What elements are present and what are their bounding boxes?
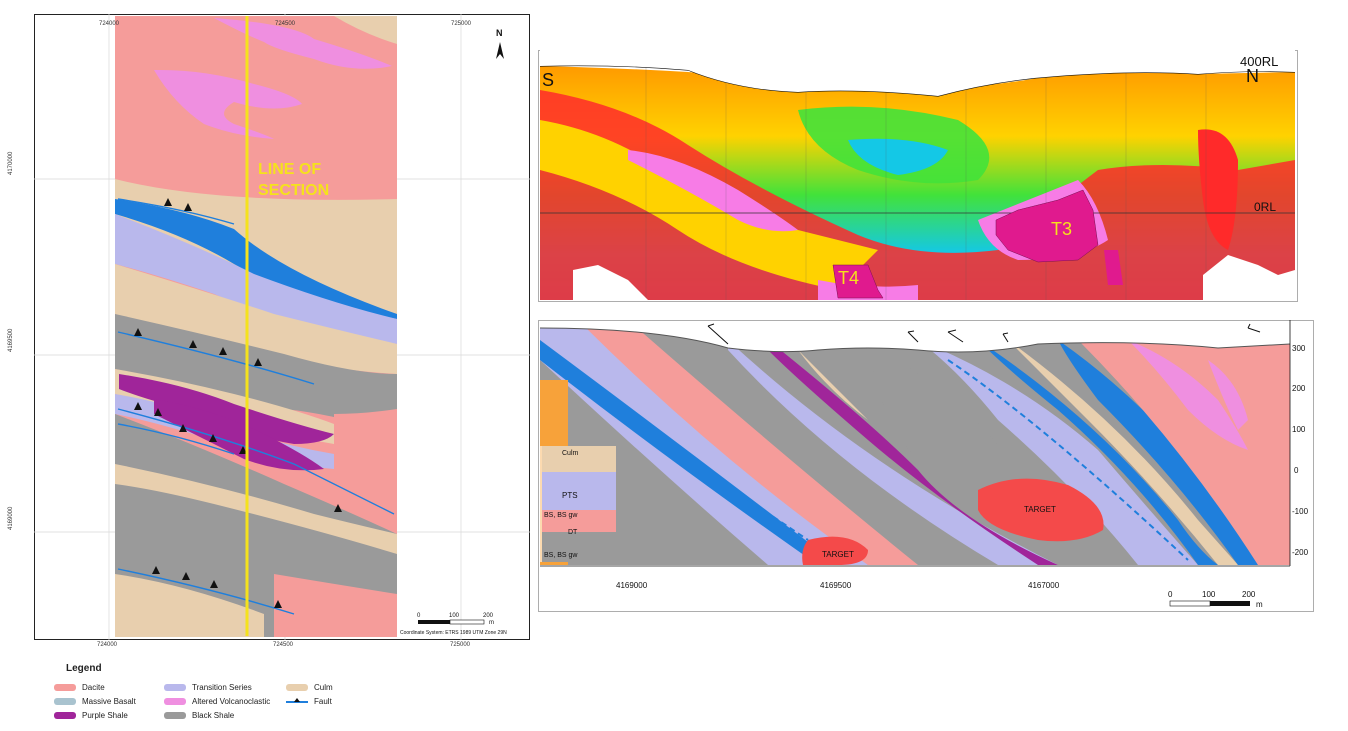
svg-text:BS, BS gw: BS, BS gw [544,512,578,519]
legend: Legend Dacite Massive Basalt Purple Shal… [52,662,382,728]
section-y-tick-300: 300 [1292,344,1306,353]
map-y-tick-3: 4169000 [8,506,14,530]
svg-text:BS, BS gw: BS, BS gw [544,552,578,559]
top-x-tick-3: 725000 [451,21,472,27]
top-x-tick-2: 724500 [275,21,296,27]
map-bottom-tick-2: 724500 [273,642,294,648]
legend-item-altered-volcanoclastic: Altered Volcanoclastic [164,697,270,706]
top-x-tick-1: 724000 [99,21,120,27]
map-bottom-tick-1: 724000 [97,642,118,648]
section-y-tick-200: 200 [1292,384,1306,393]
section-inset-legend: Culm PTS BS, BS gw DT BS, BS gw [540,446,616,562]
svg-text:100: 100 [449,613,460,619]
target-label-small: TARGET [822,550,854,559]
geology-strip [115,16,397,637]
target-t4-label: T4 [838,268,859,288]
target-t3-label: T3 [1051,219,1072,239]
legend-item-purple-shale: Purple Shale [54,711,128,720]
target-label-large: TARGET [1024,505,1056,514]
svg-text:m: m [1256,600,1263,609]
section-line-label-1: LINE OF [258,161,321,178]
fault-symbol-icon [286,698,308,705]
svg-text:200: 200 [483,613,494,619]
svg-text:m: m [489,620,494,626]
rl-zero-label: 0RL [1254,200,1276,214]
map-y-tick-2: 4169500 [8,328,14,352]
geophysics-section: S N 400RL 0RL T3 T4 [538,50,1298,302]
section-y-tick-minus100: -100 [1292,507,1309,516]
geological-map: LINE OF SECTION 724000 724500 725000 N 0… [34,14,530,640]
section-y-tick-100: 100 [1292,425,1306,434]
legend-item-fault: Fault [286,697,332,706]
section-x-tick-1: 4169000 [616,581,648,590]
coordinate-system: Coordinate System: ETRS 1989 UTM Zone 29… [400,630,507,636]
section-y-tick-0: 0 [1294,466,1299,475]
legend-item-black-shale: Black Shale [164,711,234,720]
profile-right-label: N [1246,66,1259,86]
map-bottom-tick-3: 725000 [450,642,471,648]
section-y-tick-minus200: -200 [1292,548,1309,557]
cross-section-geology [540,328,1290,565]
svg-text:Culm: Culm [562,450,579,457]
svg-text:DT: DT [568,529,578,536]
svg-text:N: N [496,28,503,38]
svg-text:PTS: PTS [562,491,578,500]
legend-item-dacite: Dacite [54,683,105,692]
legend-item-transition-series: Transition Series [164,683,252,692]
rl-top-label: 400RL [1240,54,1278,69]
section-x-tick-2: 4169500 [820,581,852,590]
profile-left-label: S [542,70,554,90]
svg-text:200: 200 [1242,590,1256,599]
cross-section: Culm PTS BS, BS gw DT BS, BS gw TARGET T… [538,320,1314,612]
svg-text:100: 100 [1202,590,1216,599]
legend-item-culm: Culm [286,683,333,692]
section-line-label-2: SECTION [258,182,329,199]
map-y-tick-1: 4170000 [8,151,14,175]
legend-item-massive-basalt: Massive Basalt [54,697,136,706]
svg-text:0: 0 [1168,590,1173,599]
section-x-tick-3: 4167000 [1028,581,1060,590]
legend-title: Legend [66,663,102,674]
